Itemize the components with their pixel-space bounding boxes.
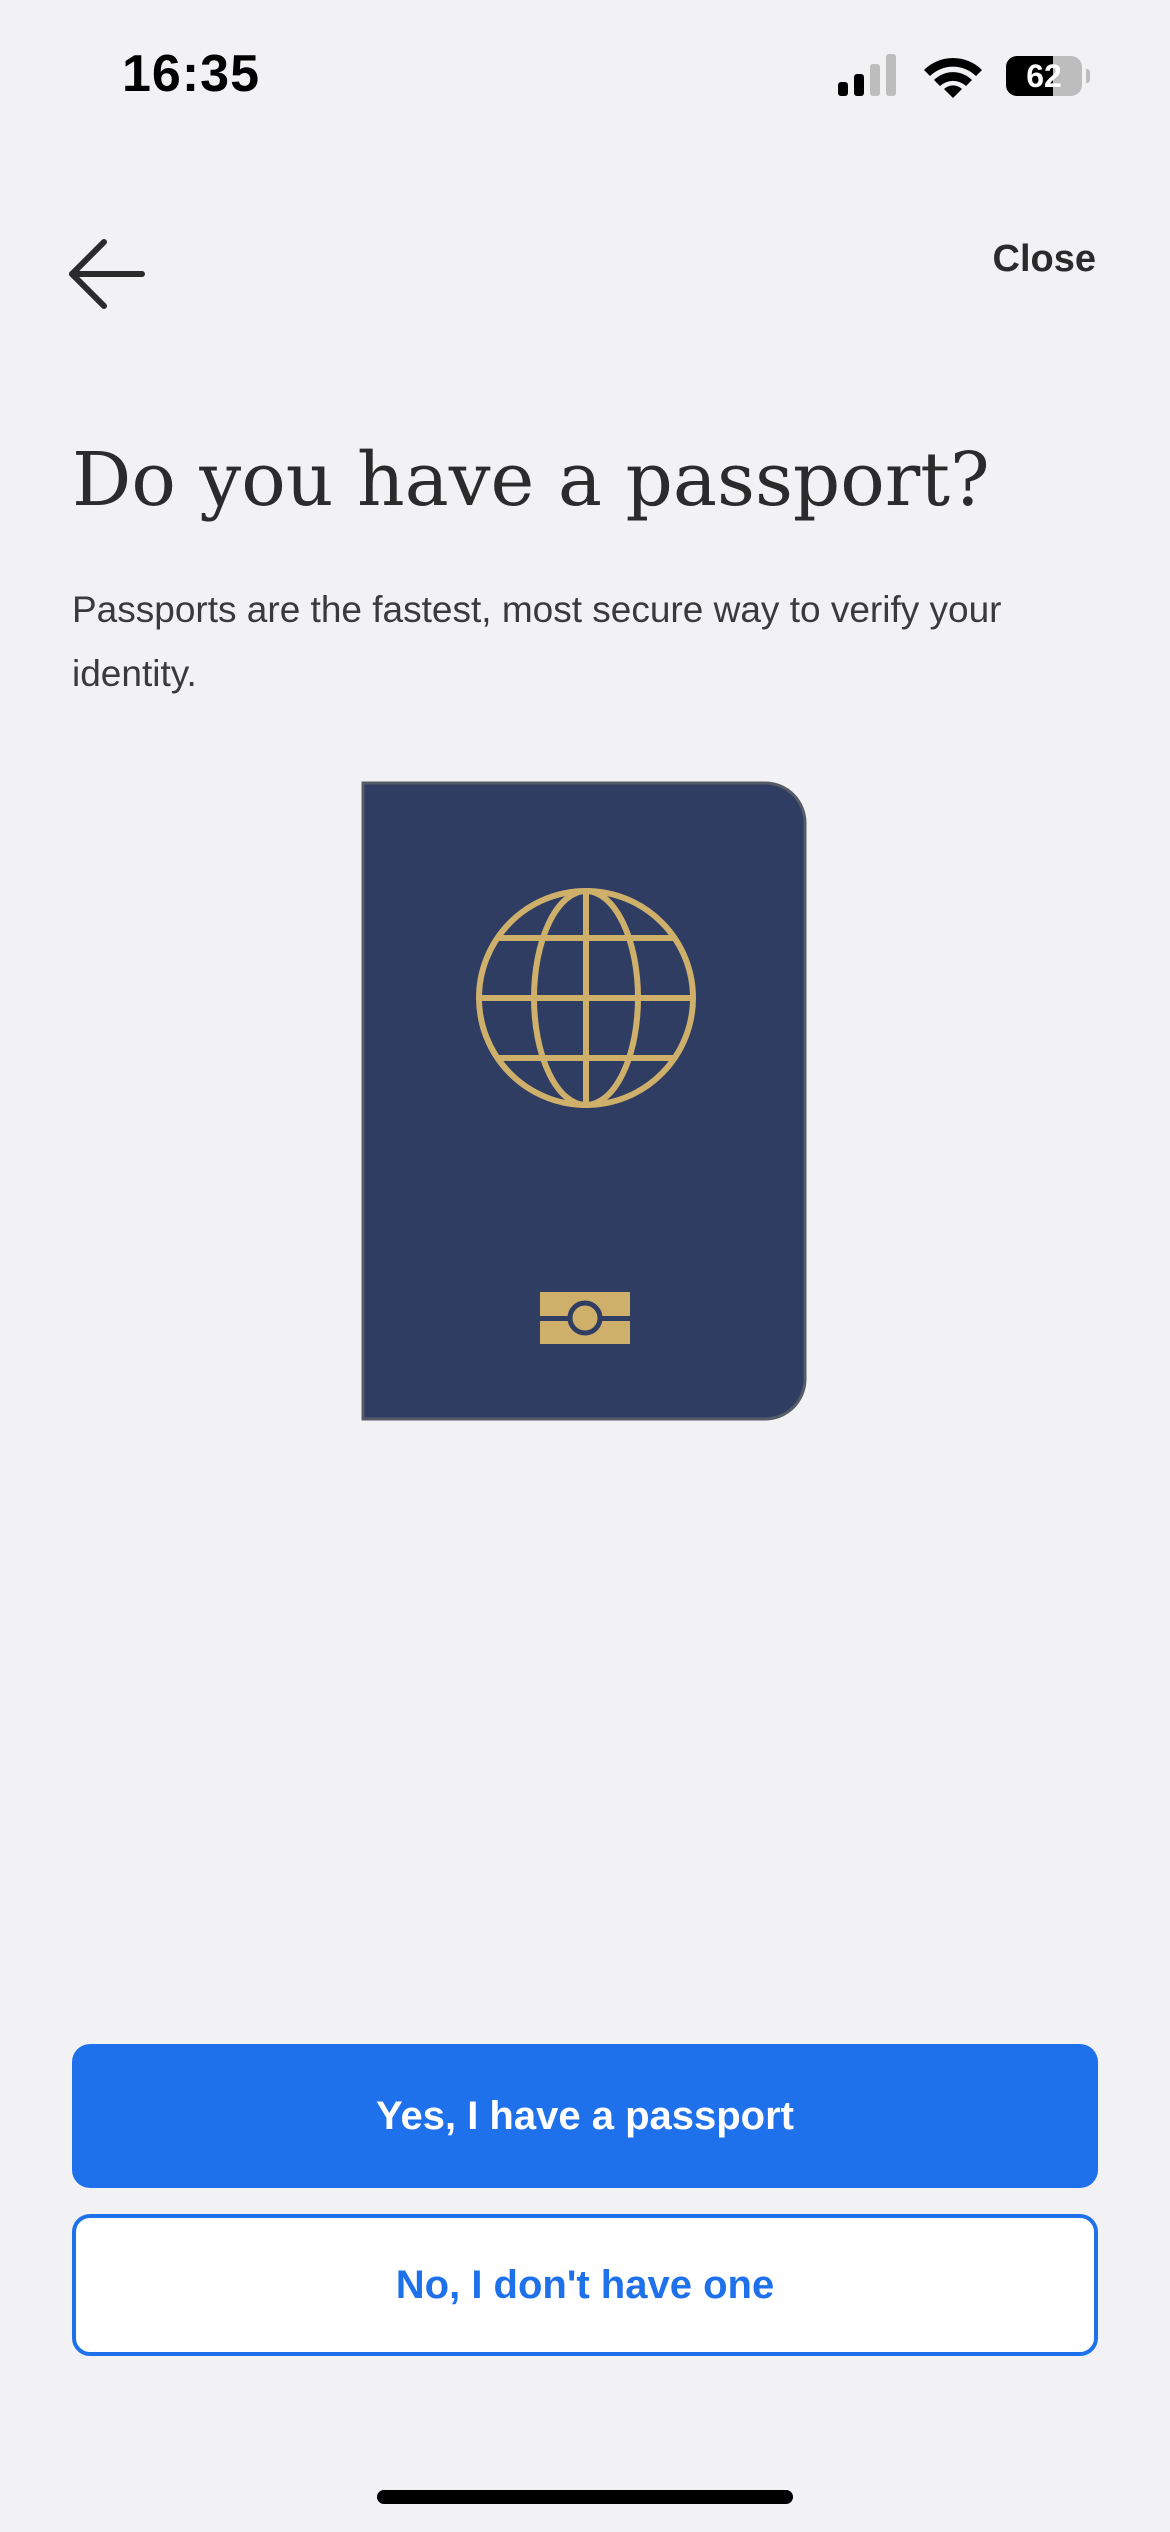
close-button[interactable]: Close — [993, 238, 1096, 281]
page-description: Passports are the fastest, most secure w… — [72, 589, 1002, 694]
home-indicator — [377, 2490, 793, 2504]
status-time: 16:35 — [122, 45, 260, 103]
no-passport-button[interactable]: No, I don't have one — [72, 2214, 1098, 2356]
yes-passport-button[interactable]: Yes, I have a passport — [72, 2044, 1098, 2188]
battery-icon: 62 — [1006, 56, 1090, 96]
arrow-left-icon — [69, 239, 145, 309]
biometric-chip-icon — [540, 1292, 630, 1344]
page-title: Do you have a passport? — [72, 437, 990, 523]
battery-percent: 62 — [1026, 58, 1062, 94]
back-button[interactable] — [60, 224, 160, 324]
globe-icon — [476, 888, 696, 1108]
cellular-signal-icon — [838, 54, 896, 96]
status-icons: 62 — [836, 52, 1090, 100]
wifi-icon — [924, 57, 982, 98]
passport-illustration — [361, 781, 807, 1421]
